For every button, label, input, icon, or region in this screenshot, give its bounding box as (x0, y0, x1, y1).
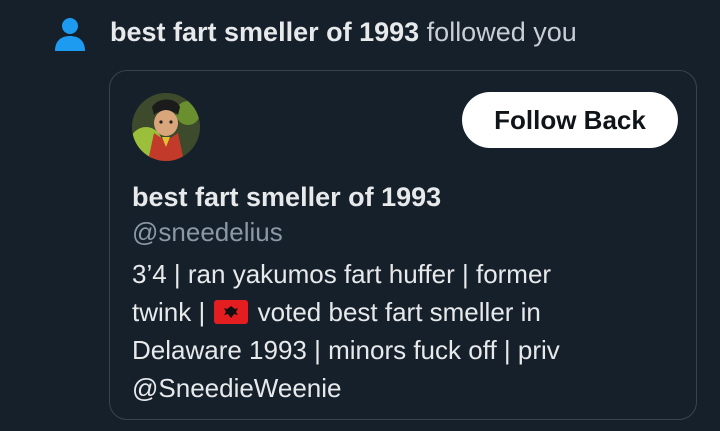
follow-notification[interactable]: best fart smeller of 1993 followed you F… (0, 0, 720, 431)
bio-line-1: 3’4 | ran yakumos fart huffer | former (132, 259, 552, 289)
avatar-image (132, 93, 200, 161)
profile-handle[interactable]: @sneedelius (132, 215, 283, 249)
profile-display-name[interactable]: best fart smeller of 1993 (132, 179, 441, 215)
person-icon (55, 18, 85, 51)
bio-line-3: Delaware 1993 | minors fuck off | priv (132, 335, 560, 365)
notification-user-name[interactable]: best fart smeller of 1993 (110, 17, 419, 47)
follow-back-button[interactable]: Follow Back (462, 92, 678, 148)
albania-flag-icon (214, 300, 249, 324)
profile-bio: 3’4 | ran yakumos fart huffer | former t… (132, 255, 672, 407)
bio-line-2-after: voted best fart smeller in (250, 297, 541, 327)
notification-action: followed you (426, 17, 577, 47)
notification-text: best fart smeller of 1993 followed you (110, 14, 577, 50)
profile-card[interactable]: Follow Back best fart smeller of 1993 @s… (109, 70, 697, 420)
bio-mention-link[interactable]: @SneedieWeenie (132, 369, 672, 407)
avatar[interactable] (132, 93, 200, 161)
bio-line-2-before: twink | (132, 297, 213, 327)
bio-line-2: twink | voted best fart smeller in (132, 293, 672, 331)
